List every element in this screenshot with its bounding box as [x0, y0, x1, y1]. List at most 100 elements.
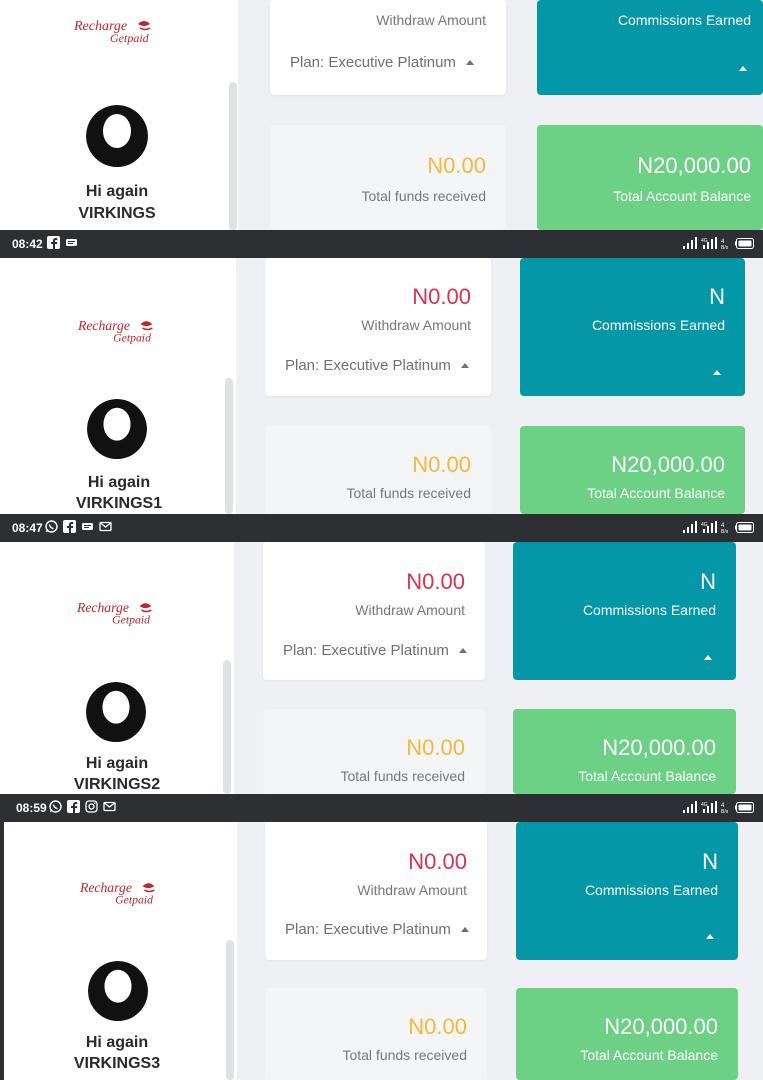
greeting: Hi again	[85, 755, 149, 772]
user-silhouette-icon	[86, 682, 146, 742]
avatar[interactable]	[87, 399, 147, 459]
commissions-value: N	[709, 284, 725, 309]
sidebar: Recharge Getpaid Hi again VIRKINGS1	[0, 258, 236, 514]
status-bar: 08:47 4G 4 B/s	[0, 514, 763, 542]
account-balance-value: N20,000.00	[602, 735, 716, 760]
brand-logo: Recharge Getpaid	[79, 880, 155, 907]
plan-selector[interactable]: Plan: Executive Platinum	[290, 54, 474, 71]
whatsapp-icon	[49, 800, 62, 813]
total-funds-label: Total funds received	[340, 768, 465, 784]
greeting: Hi again	[85, 183, 149, 200]
plan-selector[interactable]: Plan: Executive Platinum	[283, 642, 467, 659]
commissions-label: Commissions Earned	[584, 882, 718, 898]
svg-text:4G: 4G	[701, 238, 708, 244]
signal-icon	[683, 237, 697, 249]
scrollbar[interactable]	[225, 378, 233, 514]
withdraw-value: N0.00	[408, 849, 467, 874]
screen-4: Recharge Getpaid Hi again VIRKINGS3 N0.0…	[4, 822, 763, 1080]
screen-1: Recharge Getpaid Hi again VIRKINGS Withd…	[0, 0, 763, 230]
svg-text:Getpaid: Getpaid	[113, 332, 151, 345]
sidebar: Recharge Getpaid Hi again VIRKINGS	[0, 0, 238, 230]
gmail-icon	[99, 521, 112, 532]
plan-label: Plan: Executive Platinum	[290, 54, 456, 71]
greeting: Hi again	[87, 474, 151, 491]
avatar[interactable]	[88, 961, 148, 1021]
speed-icon: 4B/s	[721, 803, 729, 813]
account-balance-card: N20,000.00 Total Account Balance	[520, 426, 745, 514]
commissions-card: N Commissions Earned	[516, 822, 738, 960]
scrollbar[interactable]	[226, 940, 234, 1080]
battery-icon	[735, 237, 754, 249]
brand-logo: Recharge Getpaid	[73, 19, 151, 45]
total-funds-card: N0.00 Total funds received	[263, 709, 485, 794]
facebook-icon	[47, 236, 60, 249]
signal-4g-icon: 4G	[701, 801, 717, 813]
scrollbar[interactable]	[229, 82, 237, 230]
avatar[interactable]	[86, 682, 146, 742]
svg-text:Recharge: Recharge	[77, 318, 130, 333]
sidebar: Recharge Getpaid Hi again VIRKINGS3	[4, 822, 237, 1080]
commissions-label: Commissions Earned	[582, 602, 716, 618]
screen-2: Recharge Getpaid Hi again VIRKINGS1 N0.0…	[0, 258, 763, 514]
caret-up-icon[interactable]	[713, 362, 721, 380]
plan-selector[interactable]: Plan: Executive Platinum	[285, 357, 469, 374]
plan-label: Plan: Executive Platinum	[283, 642, 449, 659]
svg-text:B/s: B/s	[721, 245, 729, 249]
withdraw-label: Withdraw Amount	[355, 602, 465, 618]
commissions-label: Commissions Earned	[617, 12, 751, 28]
caret-up-icon[interactable]	[704, 647, 712, 665]
screen-3: Recharge Getpaid Hi again VIRKINGS2 N0.0…	[0, 542, 763, 794]
scrollbar[interactable]	[223, 660, 231, 794]
withdraw-card: N0.00 Withdraw Amount Plan: Executive Pl…	[263, 542, 485, 680]
signal-4g-icon: 4G	[701, 521, 717, 533]
battery-icon	[735, 801, 754, 813]
user-silhouette-icon	[87, 399, 147, 459]
total-funds-card: N0.00 Total funds received	[265, 426, 491, 514]
plan-label: Plan: Executive Platinum	[285, 921, 451, 938]
withdraw-label: Withdraw Amount	[361, 317, 471, 333]
total-funds-card: N0.00 Total funds received	[265, 988, 487, 1080]
total-funds-value: N0.00	[427, 153, 486, 178]
battery-icon	[735, 521, 754, 533]
svg-text:4G: 4G	[701, 522, 708, 528]
withdraw-label: Withdraw Amount	[357, 882, 467, 898]
user-silhouette-icon	[88, 961, 148, 1021]
account-balance-value: N20,000.00	[611, 452, 725, 477]
withdraw-card: N0.00 Withdraw Amount Plan: Executive Pl…	[265, 258, 491, 396]
facebook-icon	[67, 800, 80, 813]
clock: 08:47	[12, 521, 43, 535]
account-balance-label: Total Account Balance	[587, 485, 725, 501]
avatar[interactable]	[86, 105, 148, 167]
total-funds-label: Total funds received	[342, 1047, 467, 1063]
svg-text:Recharge: Recharge	[79, 880, 132, 895]
signal-4g-icon: 4G	[701, 237, 717, 249]
caret-up-icon[interactable]	[706, 926, 714, 944]
svg-text:Getpaid: Getpaid	[115, 894, 153, 907]
plan-selector[interactable]: Plan: Executive Platinum	[285, 921, 469, 938]
message-icon	[66, 239, 77, 246]
commissions-value: N	[702, 849, 718, 874]
message-icon	[82, 523, 93, 530]
total-funds-value: N0.00	[408, 1014, 467, 1039]
commissions-card: Commissions Earned	[537, 0, 763, 95]
plan-label: Plan: Executive Platinum	[285, 357, 451, 374]
username: VIRKINGS2	[73, 776, 161, 793]
caret-up-icon	[460, 927, 469, 932]
svg-text:B/s: B/s	[721, 529, 729, 533]
commissions-label: Commissions Earned	[591, 317, 725, 333]
clock: 08:42	[12, 237, 43, 251]
account-balance-card: N20,000.00 Total Account Balance	[516, 988, 738, 1080]
caret-up-icon	[465, 60, 474, 65]
withdraw-card: Withdraw Amount Plan: Executive Platinum	[270, 0, 506, 95]
account-balance-card: N20,000.00 Total Account Balance	[513, 709, 736, 794]
account-balance-label: Total Account Balance	[613, 188, 751, 204]
username: VIRKINGS	[78, 205, 156, 222]
svg-text:Getpaid: Getpaid	[110, 31, 150, 45]
commissions-value: N	[700, 569, 716, 594]
account-balance-card: N20,000.00 Total Account Balance	[537, 125, 763, 230]
instagram-icon	[85, 800, 98, 813]
caret-up-icon[interactable]	[739, 58, 747, 76]
commissions-card: N Commissions Earned	[520, 258, 745, 396]
whatsapp-icon	[45, 520, 58, 533]
withdraw-label: Withdraw Amount	[376, 12, 486, 28]
